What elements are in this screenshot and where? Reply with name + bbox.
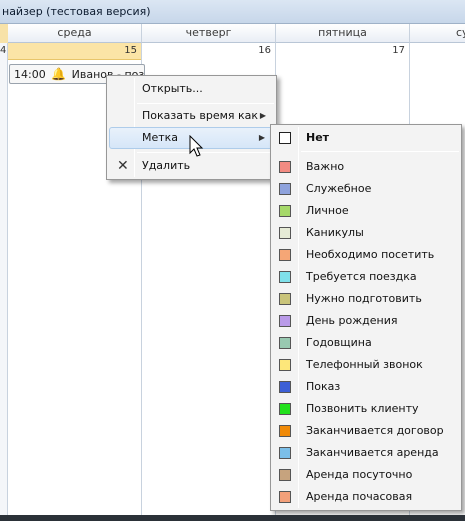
label-option[interactable]: Необходимо посетить [273, 244, 459, 266]
label-submenu: Нет Важно Служебное Личное Каникулы Необходим… [270, 124, 462, 511]
label-option-text: Служебное [306, 182, 372, 195]
label-option-text: Позвонить клиенту [306, 402, 419, 415]
previous-day-column[interactable]: 4 [0, 24, 8, 515]
day-number: 16 [258, 45, 271, 56]
delete-x-icon: ✕ [117, 158, 129, 174]
label-option[interactable]: Годовщина [273, 332, 459, 354]
menu-separator [137, 103, 274, 104]
submenu-arrow-icon: ▶ [259, 111, 266, 120]
label-color-swatch [279, 469, 291, 481]
previous-day-number: 4 [0, 45, 7, 56]
menu-item-label: Открыть... [142, 82, 203, 95]
label-color-swatch [279, 491, 291, 503]
label-color-swatch [279, 161, 291, 173]
day-number: 15 [124, 45, 137, 56]
previous-day-header [0, 24, 8, 43]
window-title: найзер (тестовая версия) [2, 5, 151, 18]
day-header-saturday[interactable]: су [410, 24, 465, 43]
day-header-wednesday[interactable]: среда [8, 24, 142, 43]
label-option-text: Важно [306, 160, 345, 173]
today-highlight [8, 43, 141, 60]
label-option[interactable]: Заканчивается договор [273, 420, 459, 442]
label-option[interactable]: Нет [273, 127, 459, 149]
label-option-text: Личное [306, 204, 349, 217]
label-option[interactable]: Аренда посуточно [273, 464, 459, 486]
menu-item-label: Метка [142, 131, 179, 144]
mouse-cursor-icon [189, 135, 204, 157]
label-option-text: День рождения [306, 314, 398, 327]
label-option[interactable]: День рождения [273, 310, 459, 332]
label-option[interactable]: Позвонить клиенту [273, 398, 459, 420]
label-color-swatch [279, 293, 291, 305]
label-color-swatch [279, 381, 291, 393]
label-option-text: Аренда посуточно [306, 468, 413, 481]
bottom-border [0, 515, 465, 521]
label-option-text: Годовщина [306, 336, 372, 349]
label-option-text: Аренда почасовая [306, 490, 413, 503]
menu-separator [301, 151, 459, 152]
label-color-swatch [279, 227, 291, 239]
label-option[interactable]: Каникулы [273, 222, 459, 244]
label-color-swatch [279, 425, 291, 437]
label-option[interactable]: Личное [273, 200, 459, 222]
context-menu: Открыть... Показать время как ▶ Метка ▶ … [106, 75, 277, 180]
label-option-text: Телефонный звонок [306, 358, 423, 371]
menu-item-label: Показать время как [142, 109, 259, 122]
label-color-swatch [279, 271, 291, 283]
reminder-bell-icon: 🔔 [51, 67, 67, 81]
submenu-arrow-icon: ▶ [258, 133, 265, 142]
day-header-thursday[interactable]: четверг [142, 24, 276, 43]
label-option[interactable]: Аренда почасовая [273, 486, 459, 508]
appointment-time: 14:00 [14, 68, 46, 81]
label-color-swatch [279, 315, 291, 327]
menu-item-label: Удалить [142, 159, 191, 172]
label-color-swatch [279, 359, 291, 371]
label-option[interactable]: Показ [273, 376, 459, 398]
label-option[interactable]: Требуется поездка [273, 266, 459, 288]
label-option-text: Каникулы [306, 226, 364, 239]
label-color-swatch [279, 249, 291, 261]
label-color-swatch [279, 183, 291, 195]
label-option-text: Нет [306, 131, 330, 144]
label-option-text: Заканчивается аренда [306, 446, 439, 459]
menu-item-show-time-as[interactable]: Показать время как ▶ [109, 105, 274, 127]
label-color-swatch [279, 403, 291, 415]
label-option-text: Показ [306, 380, 341, 393]
label-option[interactable]: Важно [273, 156, 459, 178]
label-color-swatch [279, 205, 291, 217]
label-color-swatch [279, 447, 291, 459]
label-option[interactable]: Заканчивается аренда [273, 442, 459, 464]
day-header-friday[interactable]: пятница [276, 24, 410, 43]
label-option[interactable]: Телефонный звонок [273, 354, 459, 376]
label-option-text: Требуется поездка [306, 270, 417, 283]
menu-separator [137, 152, 274, 153]
label-color-swatch [279, 132, 291, 144]
label-option-text: Необходимо посетить [306, 248, 435, 261]
label-option-text: Нужно подготовить [306, 292, 422, 305]
window-titlebar: найзер (тестовая версия) [0, 0, 465, 24]
label-option-text: Заканчивается договор [306, 424, 444, 437]
day-number: 17 [392, 45, 405, 56]
menu-item-open[interactable]: Открыть... [109, 78, 274, 100]
label-option[interactable]: Нужно подготовить [273, 288, 459, 310]
label-option[interactable]: Служебное [273, 178, 459, 200]
label-color-swatch [279, 337, 291, 349]
